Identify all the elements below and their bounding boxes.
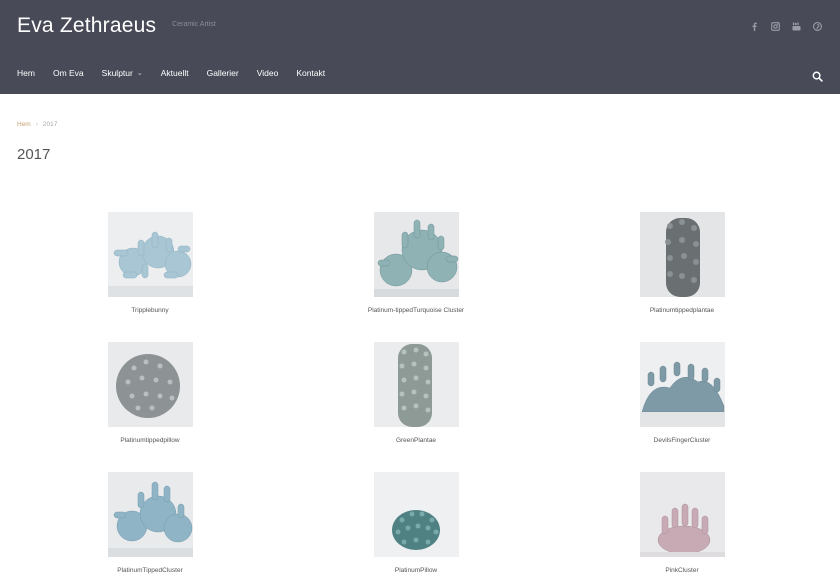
search-icon[interactable] bbox=[812, 69, 823, 82]
gallery-item[interactable]: Platinumtippedpillow bbox=[70, 342, 230, 444]
main-navigation: Hem Om Eva Skulptur ⌄ Aktuellt Gallerier … bbox=[17, 68, 343, 78]
gallery-caption[interactable]: PlatinumTippedCluster bbox=[70, 567, 230, 574]
gallery-caption[interactable]: Platinumtippedpillow bbox=[70, 437, 230, 444]
gallery-item[interactable]: PlatinumPillow bbox=[336, 472, 496, 574]
gallery-caption[interactable]: Platinumtippedplantae bbox=[602, 307, 762, 314]
pinterest-icon[interactable] bbox=[813, 22, 822, 31]
nav-item-label: Skulptur bbox=[101, 68, 133, 78]
social-links bbox=[750, 22, 822, 31]
nav-item-label: Aktuellt bbox=[160, 68, 189, 78]
breadcrumb-home-link[interactable]: Hem bbox=[17, 121, 31, 128]
youtube-icon[interactable] bbox=[792, 22, 801, 31]
gallery-thumbnail[interactable] bbox=[107, 212, 193, 297]
gallery-caption[interactable]: Platinum-tippedTurquoise Cluster bbox=[336, 307, 496, 314]
nav-item-aktuellt[interactable]: Aktuellt bbox=[161, 68, 189, 78]
gallery-thumbnail[interactable] bbox=[107, 342, 193, 427]
nav-item-skulptur[interactable]: Skulptur ⌄ bbox=[102, 68, 143, 78]
gallery-caption[interactable]: DevilsFingerCluster bbox=[602, 437, 762, 444]
nav-item-video[interactable]: Video bbox=[257, 68, 279, 78]
gallery-thumbnail[interactable] bbox=[373, 472, 459, 557]
gallery-item[interactable]: GreenPlantae bbox=[336, 342, 496, 444]
site-header: Eva Zethraeus Ceramic Artist Hem Om Eva … bbox=[0, 0, 840, 94]
gallery-caption[interactable]: PinkCluster bbox=[602, 567, 762, 574]
gallery-item[interactable]: PlatinumTippedCluster bbox=[70, 472, 230, 574]
nav-item-label: Kontakt bbox=[296, 68, 326, 78]
site-branding: Eva Zethraeus Ceramic Artist bbox=[17, 14, 216, 42]
nav-item-label: Gallerier bbox=[206, 68, 239, 78]
gallery-caption[interactable]: GreenPlantae bbox=[336, 437, 496, 444]
gallery-item[interactable]: Platinum-tippedTurquoise Cluster bbox=[336, 212, 496, 314]
gallery-item[interactable]: Platinumtippedplantae bbox=[602, 212, 762, 314]
nav-item-om-eva[interactable]: Om Eva bbox=[53, 68, 84, 78]
chevron-down-icon: ⌄ bbox=[136, 70, 143, 77]
gallery-caption[interactable]: PlatinumPillow bbox=[336, 567, 496, 574]
breadcrumb-separator: › bbox=[35, 121, 38, 128]
gallery-thumbnail[interactable] bbox=[373, 342, 459, 427]
gallery-caption[interactable]: Tripplebunny bbox=[70, 307, 230, 314]
nav-item-gallerier[interactable]: Gallerier bbox=[207, 68, 239, 78]
nav-item-label: Hem bbox=[17, 68, 35, 78]
gallery-item[interactable]: Tripplebunny bbox=[70, 212, 230, 314]
gallery-thumbnail[interactable] bbox=[373, 212, 459, 297]
breadcrumb: Hem › 2017 bbox=[17, 121, 57, 128]
gallery-item[interactable]: DevilsFingerCluster bbox=[602, 342, 762, 444]
page-title: 2017 bbox=[17, 146, 51, 163]
gallery-thumbnail[interactable] bbox=[639, 342, 725, 427]
nav-item-hem[interactable]: Hem bbox=[17, 68, 35, 78]
breadcrumb-current: 2017 bbox=[42, 121, 58, 128]
site-title[interactable]: Eva Zethraeus bbox=[17, 14, 156, 38]
gallery-item[interactable]: PinkCluster bbox=[602, 472, 762, 574]
gallery-thumbnail[interactable] bbox=[107, 472, 193, 557]
nav-item-label: Video bbox=[256, 68, 279, 78]
gallery-thumbnail[interactable] bbox=[639, 212, 725, 297]
facebook-icon[interactable] bbox=[750, 22, 759, 31]
instagram-icon[interactable] bbox=[771, 22, 780, 31]
nav-item-kontakt[interactable]: Kontakt bbox=[296, 68, 325, 78]
gallery-thumbnail[interactable] bbox=[639, 472, 725, 557]
site-tagline: Ceramic Artist bbox=[172, 21, 216, 28]
nav-item-label: Om Eva bbox=[52, 68, 84, 78]
